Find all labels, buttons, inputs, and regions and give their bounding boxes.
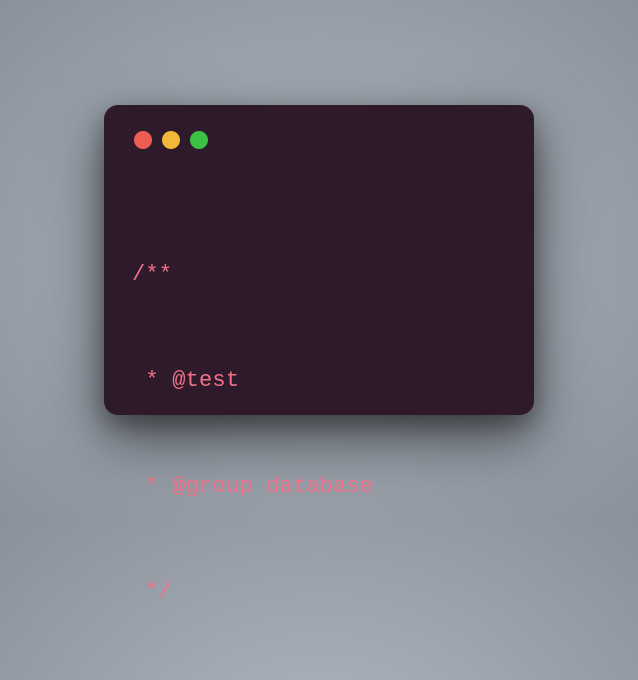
code-block: /** * @test * @group database */ [132, 187, 506, 680]
code-line: * @group database [132, 469, 506, 504]
code-line: */ [132, 574, 506, 609]
minimize-icon[interactable] [162, 131, 180, 149]
close-icon[interactable] [134, 131, 152, 149]
code-line: /** [132, 257, 506, 292]
code-window: /** * @test * @group database */ [104, 105, 534, 415]
code-line: * @test [132, 363, 506, 398]
maximize-icon[interactable] [190, 131, 208, 149]
window-controls [134, 131, 506, 149]
